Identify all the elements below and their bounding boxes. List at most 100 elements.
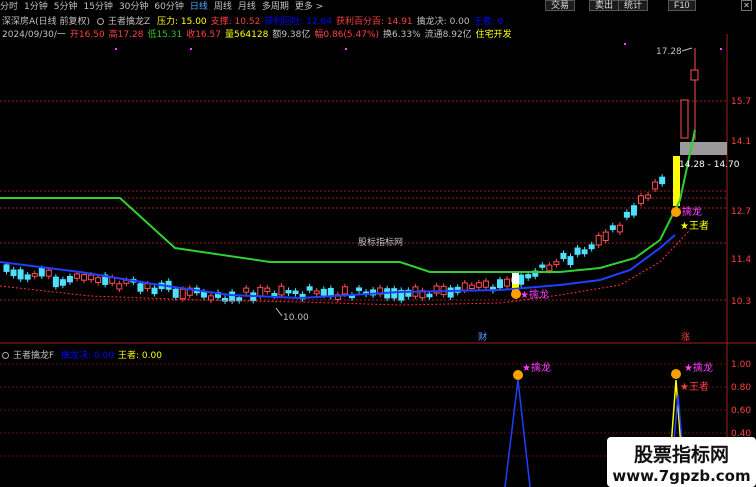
- support-line: [0, 234, 676, 300]
- candle-body: [616, 224, 623, 233]
- sub-tick-label: 0.60: [731, 406, 751, 416]
- high-price-label: 17.28: [656, 47, 682, 57]
- high-pointer: [681, 47, 693, 52]
- candle-body: [306, 286, 313, 291]
- candle-body: [567, 256, 574, 265]
- candle-body: [645, 194, 652, 199]
- candle-body: [38, 268, 45, 277]
- candle-body: [81, 274, 88, 281]
- candle-body: [271, 293, 278, 297]
- signal-dot-icon: [511, 289, 521, 299]
- candle-body: [285, 290, 292, 294]
- candle-body: [264, 287, 271, 292]
- sub-tick-label: 0.80: [731, 383, 751, 393]
- candle-body: [659, 176, 666, 185]
- price-tick-label: 14.1: [731, 137, 751, 147]
- range-box: [680, 142, 727, 155]
- candle-body: [74, 273, 80, 279]
- candle-body: [341, 286, 348, 295]
- marker-dot: [115, 48, 117, 50]
- low-price-label: 10.00: [283, 313, 309, 323]
- candle-body: [638, 195, 644, 204]
- candle-body: [680, 99, 689, 139]
- candle-body: [24, 274, 31, 280]
- candle-body: [229, 291, 236, 302]
- watermark-text: 股标指标网: [358, 236, 403, 248]
- low-pointer: [275, 307, 283, 317]
- rise-marker: 涨: [681, 332, 690, 343]
- candle-body: [356, 287, 362, 291]
- candle-body: [560, 252, 567, 260]
- candle-body: [137, 283, 144, 292]
- candle-body: [525, 274, 532, 279]
- candle-body: [320, 288, 327, 296]
- candle-body: [45, 269, 52, 277]
- candle-body: [257, 286, 264, 297]
- sub-signal-label: ★擒龙: [684, 361, 713, 374]
- sub-tick-label: 1.00: [731, 360, 751, 370]
- resistance-line: [0, 129, 696, 273]
- candle-body: [574, 247, 581, 255]
- price-tick-label: 15.7: [731, 97, 751, 107]
- candle-body: [602, 231, 609, 241]
- candle-body: [144, 283, 151, 289]
- candle-body: [609, 225, 616, 230]
- sub-signal-label: ★王者: [680, 381, 709, 393]
- marker-dot: [345, 48, 347, 50]
- candle-body: [623, 211, 630, 218]
- candle-body: [95, 277, 102, 283]
- candle-body: [518, 274, 525, 285]
- candle-body: [17, 269, 24, 280]
- candle-body: [88, 274, 95, 281]
- marker-dot: [624, 43, 626, 45]
- candle-body: [292, 290, 299, 295]
- candle-body: [482, 280, 489, 288]
- price-tick-label: 10.3: [731, 297, 751, 307]
- candle-body: [52, 276, 59, 288]
- price-tick-label: 11.4: [731, 255, 751, 265]
- site-logo: 股票指标网 www.7gpzb.com: [607, 437, 756, 487]
- candle-body: [151, 287, 158, 295]
- candle-body: [595, 234, 602, 246]
- candle-body: [207, 295, 214, 301]
- candle-body: [652, 181, 659, 190]
- candle-body: [426, 293, 433, 298]
- candle-body: [497, 279, 503, 289]
- marker-dot: [190, 48, 192, 50]
- candle-body: [546, 264, 553, 272]
- candle-body: [236, 297, 243, 302]
- candle-body: [179, 288, 186, 300]
- candle-body: [588, 244, 595, 250]
- candle-body: [10, 269, 17, 277]
- candle-body: [461, 282, 468, 291]
- candle-body: [468, 284, 475, 290]
- candle-body: [313, 290, 320, 295]
- stock-chart[interactable]: 15.714.112.711.410.31.000.800.600.400.20…: [0, 0, 756, 487]
- signal-dot-icon: [671, 207, 681, 217]
- candle-body: [447, 287, 454, 298]
- candle-body: [3, 264, 10, 272]
- logo-url: www.7gpzb.com: [612, 467, 751, 485]
- logo-title: 股票指标网: [633, 444, 729, 466]
- candle-body: [278, 285, 285, 296]
- candle-body: [553, 261, 560, 266]
- signal-label-wangzhe: ★王者: [680, 220, 709, 232]
- candle-body: [504, 278, 511, 287]
- candle-body: [59, 279, 66, 286]
- signal-dot-icon: [671, 369, 681, 379]
- price-tick-label: 12.7: [731, 207, 751, 217]
- candle-body: [200, 291, 207, 298]
- candle-body: [116, 283, 123, 290]
- candle-body: [172, 288, 179, 298]
- sub-signal-label: ★擒龙: [522, 361, 551, 374]
- candle-body: [243, 287, 250, 293]
- marker-dot: [720, 48, 722, 50]
- candle-body: [690, 69, 699, 81]
- candle-body: [66, 275, 73, 283]
- finance-marker: 财: [478, 331, 487, 343]
- candle-body: [539, 264, 546, 268]
- signal-label-qinlong-early: ★擒龙: [520, 288, 549, 301]
- candle-body: [475, 282, 482, 288]
- candle-body: [581, 249, 588, 255]
- candle-body: [31, 273, 38, 277]
